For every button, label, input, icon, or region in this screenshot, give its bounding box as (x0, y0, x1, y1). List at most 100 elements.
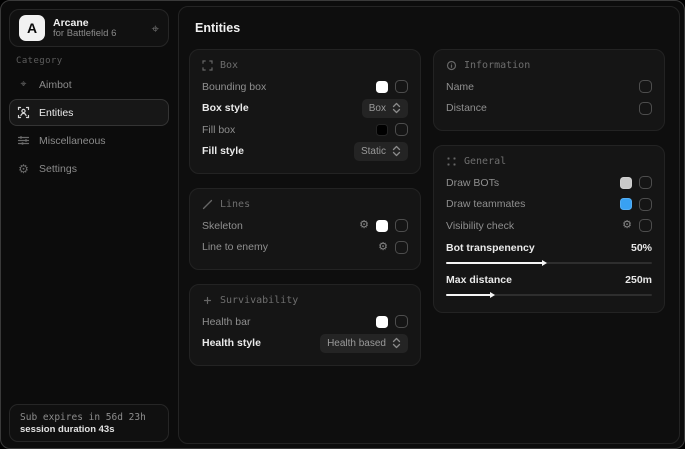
visibility-check-settings-gear-icon[interactable]: ⚙ (622, 220, 632, 231)
app-window: A Arcane for Battlefield 6 ⌖ Category ⌖ … (0, 0, 685, 449)
chevron-up-down-icon (392, 145, 401, 157)
card-title: Lines (220, 199, 250, 210)
sidebar-item-miscellaneous[interactable]: Miscellaneous (9, 127, 169, 154)
draw-teammates-row: Draw teammates (446, 194, 652, 216)
distance-row: Distance (446, 98, 652, 120)
fill-box-checkbox[interactable] (395, 123, 408, 136)
crosshair-icon[interactable]: ⌖ (152, 22, 159, 35)
max-distance-group: Max distance 250m (446, 269, 652, 301)
right-column: Information Name Distance (433, 49, 665, 366)
bot-transparency-slider[interactable] (446, 262, 652, 264)
dropdown-value: Static (361, 146, 386, 157)
line-to-enemy-settings-gear-icon[interactable]: ⚙ (378, 242, 388, 253)
sidebar-nav: ⌖ Aimbot Entities (9, 71, 169, 182)
general-card-header: General (446, 156, 652, 167)
survivability-card: Survivability Health bar Health style He… (189, 284, 421, 366)
entities-scan-icon (17, 106, 30, 119)
information-card: Information Name Distance (433, 49, 665, 131)
fill-style-dropdown[interactable]: Static (354, 142, 408, 161)
health-bar-color-swatch[interactable] (376, 316, 388, 328)
page-title: Entities (195, 21, 665, 35)
line-to-enemy-row: Line to enemy ⚙ (202, 237, 408, 259)
info-icon (446, 60, 457, 71)
health-bar-checkbox[interactable] (395, 315, 408, 328)
slider-fill (446, 294, 491, 296)
line-to-enemy-checkbox[interactable] (395, 241, 408, 254)
main-panel: Entities Box Bounding box (178, 6, 680, 444)
bounding-box-row: Bounding box (202, 76, 408, 98)
row-label: Visibility check (446, 220, 514, 232)
sidebar-item-aimbot[interactable]: ⌖ Aimbot (9, 71, 169, 98)
max-distance-slider[interactable] (446, 294, 652, 296)
gear-icon: ⚙ (17, 162, 30, 175)
row-label: Name (446, 81, 474, 93)
row-label: Distance (446, 102, 487, 114)
fill-box-color-swatch[interactable] (376, 124, 388, 136)
health-style-row: Health style Health based (202, 333, 408, 355)
skeleton-settings-gear-icon[interactable]: ⚙ (359, 220, 369, 231)
name-checkbox[interactable] (639, 80, 652, 93)
row-label: Box style (202, 102, 249, 114)
sidebar-item-label: Entities (39, 107, 73, 119)
row-label: Draw teammates (446, 198, 525, 210)
scan-corners-icon (202, 60, 213, 71)
dropdown-value: Health based (327, 338, 386, 349)
app-identity: Arcane for Battlefield 6 (53, 17, 144, 40)
chevron-up-down-icon (392, 337, 401, 349)
distance-checkbox[interactable] (639, 102, 652, 115)
sidebar-item-label: Miscellaneous (39, 135, 106, 147)
row-label: Draw BOTs (446, 177, 499, 189)
sidebar-item-label: Aimbot (39, 79, 72, 91)
row-label: Max distance (446, 274, 512, 286)
dropdown-value: Box (369, 103, 386, 114)
app-logo: A (19, 15, 45, 41)
logo-card: A Arcane for Battlefield 6 ⌖ (9, 9, 169, 47)
box-style-row: Box style Box (202, 98, 408, 120)
card-title: Box (220, 60, 238, 71)
box-style-dropdown[interactable]: Box (362, 99, 408, 118)
bot-transparency-group: Bot transpenency 50% (446, 237, 652, 269)
crosshair-icon: ⌖ (17, 78, 30, 91)
app-name: Arcane (53, 17, 144, 29)
session-duration-text: session duration 43s (20, 424, 158, 435)
sub-expiry-text: Sub expires in 56d 23h (20, 412, 158, 423)
row-label: Fill box (202, 124, 235, 136)
survivability-card-header: Survivability (202, 295, 408, 306)
sidebar-item-entities[interactable]: Entities (9, 99, 169, 126)
skeleton-row: Skeleton ⚙ (202, 215, 408, 237)
skeleton-checkbox[interactable] (395, 219, 408, 232)
app-subtitle: for Battlefield 6 (53, 29, 144, 40)
row-label: Skeleton (202, 220, 243, 232)
row-label: Health style (202, 337, 261, 349)
health-plus-icon (202, 295, 213, 306)
grid-dots-icon (446, 156, 457, 167)
subscription-info-card: Sub expires in 56d 23h session duration … (9, 404, 169, 442)
information-card-header: Information (446, 60, 652, 71)
chevron-up-down-icon (392, 102, 401, 114)
max-distance-value: 250m (625, 274, 652, 286)
left-column: Box Bounding box Box style Box (189, 49, 421, 366)
health-style-dropdown[interactable]: Health based (320, 334, 408, 353)
visibility-check-checkbox[interactable] (639, 219, 652, 232)
row-label: Bounding box (202, 81, 266, 93)
bounding-box-color-swatch[interactable] (376, 81, 388, 93)
card-title: General (464, 156, 506, 167)
skeleton-color-swatch[interactable] (376, 220, 388, 232)
slider-fill (446, 262, 543, 264)
sidebar-item-settings[interactable]: ⚙ Settings (9, 155, 169, 182)
draw-bots-row: Draw BOTs (446, 172, 652, 194)
lines-card-header: Lines (202, 199, 408, 210)
fill-box-row: Fill box (202, 119, 408, 141)
sidebar: A Arcane for Battlefield 6 ⌖ Category ⌖ … (1, 1, 178, 448)
box-card-header: Box (202, 60, 408, 71)
row-label: Fill style (202, 145, 244, 157)
draw-teammates-checkbox[interactable] (639, 198, 652, 211)
draw-bots-checkbox[interactable] (639, 176, 652, 189)
draw-teammates-color-swatch[interactable] (620, 198, 632, 210)
bounding-box-checkbox[interactable] (395, 80, 408, 93)
box-card: Box Bounding box Box style Box (189, 49, 421, 174)
draw-bots-color-swatch[interactable] (620, 177, 632, 189)
row-label: Health bar (202, 316, 250, 328)
fill-style-row: Fill style Static (202, 141, 408, 163)
row-label: Bot transpenency (446, 242, 535, 254)
